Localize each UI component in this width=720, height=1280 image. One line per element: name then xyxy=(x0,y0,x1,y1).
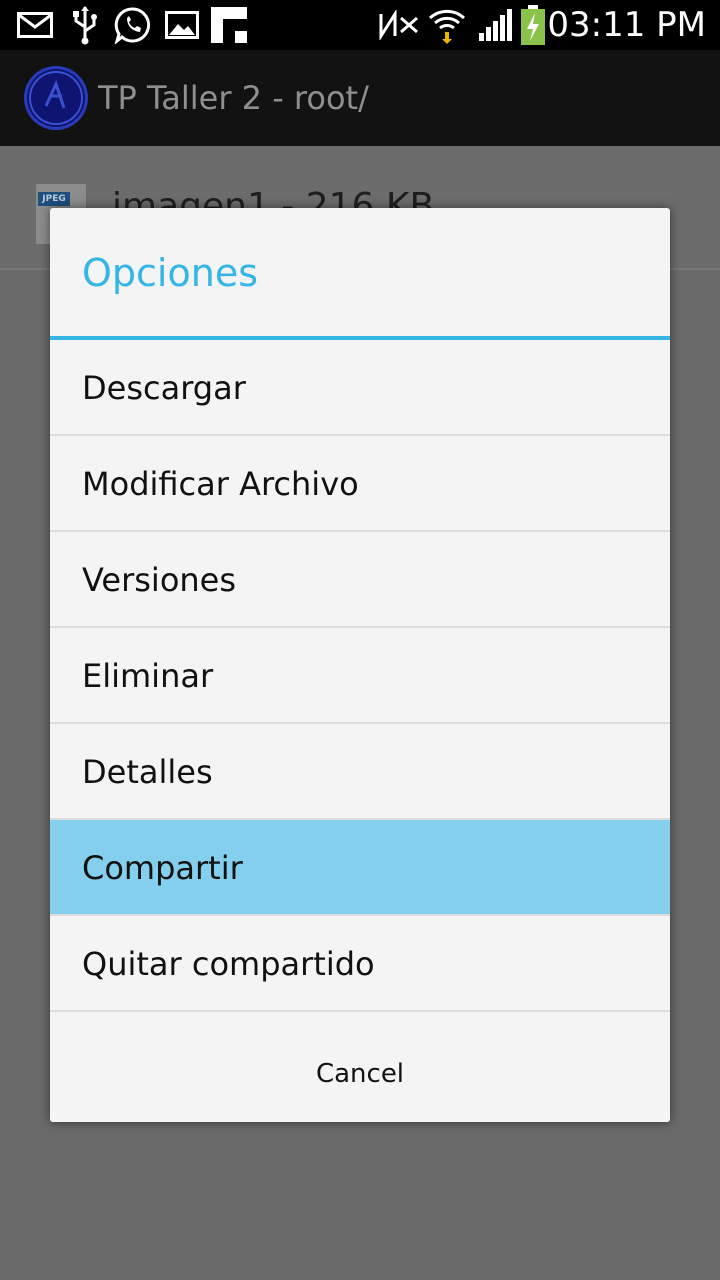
usb-icon xyxy=(70,0,100,50)
flipboard-icon xyxy=(210,0,248,50)
mail-icon xyxy=(16,0,54,50)
wifi-icon xyxy=(426,0,468,50)
status-clock: 03:11 PM xyxy=(547,5,706,45)
option-quitar-compartido[interactable]: Quitar compartido xyxy=(50,916,670,1012)
app-title: TP Taller 2 - root/ xyxy=(98,79,369,117)
action-bar: TP Taller 2 - root/ xyxy=(0,50,720,146)
options-dialog: Opciones Descargar Modificar Archivo Ver… xyxy=(50,208,670,1122)
option-modificar-archivo[interactable]: Modificar Archivo xyxy=(50,436,670,532)
app-logo-icon[interactable] xyxy=(24,66,88,130)
option-versiones[interactable]: Versiones xyxy=(50,532,670,628)
nfc-icon xyxy=(376,0,422,50)
image-icon xyxy=(164,0,200,50)
option-eliminar[interactable]: Eliminar xyxy=(50,628,670,724)
cancel-button[interactable]: Cancel xyxy=(50,1026,670,1122)
file-type-tag: JPEG xyxy=(38,192,70,206)
battery-charging-icon xyxy=(518,0,548,50)
whatsapp-icon xyxy=(112,0,154,50)
option-list: Descargar Modificar Archivo Versiones El… xyxy=(50,340,670,1012)
status-bar: 03:11 PM xyxy=(0,0,720,50)
option-detalles[interactable]: Detalles xyxy=(50,724,670,820)
option-descargar[interactable]: Descargar xyxy=(50,340,670,436)
signal-icon xyxy=(476,0,514,50)
option-compartir[interactable]: Compartir xyxy=(50,820,670,916)
dialog-title: Opciones xyxy=(82,251,258,295)
